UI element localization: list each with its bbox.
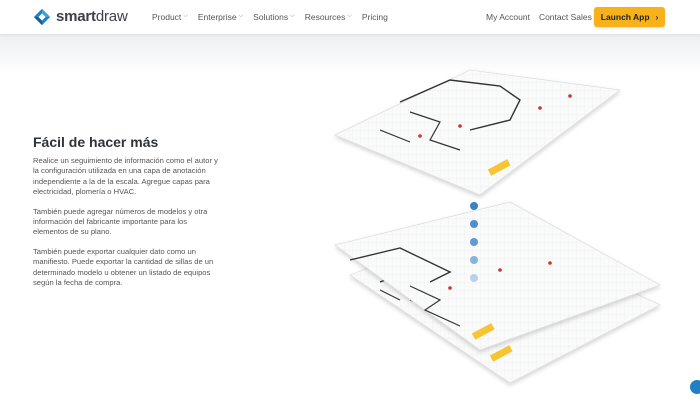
scroll-indicator-icon[interactable] xyxy=(690,380,700,394)
account-links: My Account Contact Sales xyxy=(486,12,601,22)
main-nav: Product ⌵ Enterprise ⌵ Solutions ⌵ Resou… xyxy=(152,12,398,22)
nav-pricing-label: Pricing xyxy=(361,12,388,22)
my-account-link[interactable]: My Account xyxy=(486,12,530,22)
nav-solutions-label: Solutions xyxy=(253,12,289,22)
nav-product[interactable]: Product ⌵ xyxy=(152,12,188,22)
launch-app-label: Launch App xyxy=(600,12,650,22)
contact-sales-link[interactable]: Contact Sales xyxy=(539,12,592,22)
nav-resources-label: Resources xyxy=(304,12,346,22)
smartdraw-logo-icon xyxy=(33,8,51,26)
chevron-down-icon: ⌵ xyxy=(290,12,295,19)
chevron-down-icon: ⌵ xyxy=(347,12,352,19)
layered-floor-plans-illustration xyxy=(334,69,661,384)
floor-plan-layer-top xyxy=(334,69,621,196)
nav-enterprise-label: Enterprise xyxy=(197,12,237,22)
nav-pricing[interactable]: Pricing xyxy=(362,12,388,22)
logo-wordmark: smartdraw xyxy=(56,8,128,25)
feature-heading: Fácil de hacer más xyxy=(33,134,159,150)
chevron-right-icon: › xyxy=(655,12,659,22)
feature-paragraph-2: También puede agregar números de modelos… xyxy=(33,206,208,237)
feature-text-block: Fácil de hacer más Realice un seguimient… xyxy=(33,134,223,297)
nav-enterprise[interactable]: Enterprise ⌵ xyxy=(198,12,243,22)
smartdraw-logo[interactable]: smartdraw xyxy=(33,8,128,26)
nav-solutions[interactable]: Solutions ⌵ xyxy=(253,12,295,22)
top-navigation-bar: smartdraw Product ⌵ Enterprise ⌵ Solutio… xyxy=(0,0,700,34)
feature-paragraph-3: También puede exportar cualquier dato co… xyxy=(33,246,214,288)
chevron-down-icon: ⌵ xyxy=(238,12,244,19)
launch-app-button[interactable]: Launch App › xyxy=(594,7,665,27)
feature-paragraph-1: Realice un seguimiento de información co… xyxy=(33,156,218,197)
nav-resources[interactable]: Resources ⌵ xyxy=(305,12,352,22)
nav-product-label: Product xyxy=(152,12,182,22)
chevron-down-icon: ⌵ xyxy=(183,12,188,19)
